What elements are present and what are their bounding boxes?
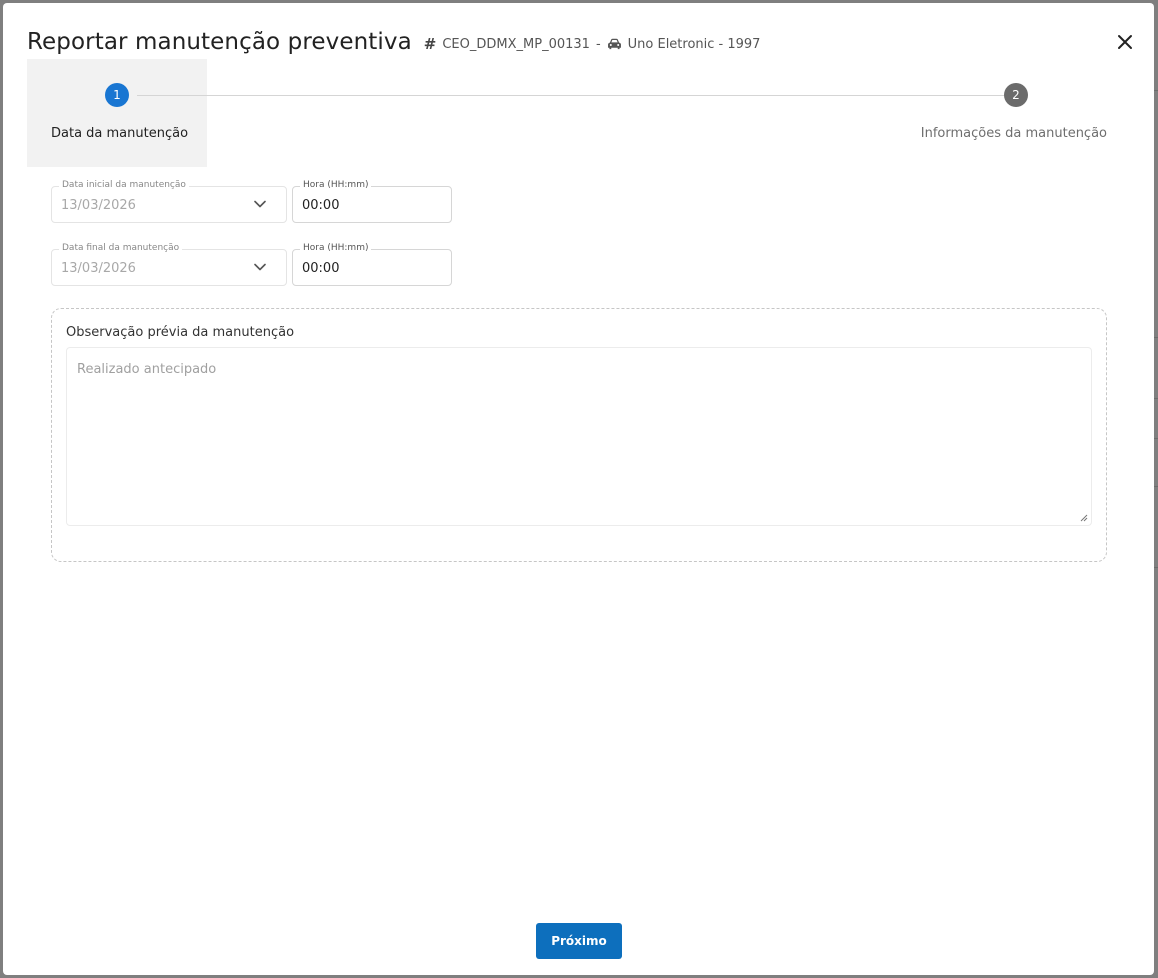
hash-icon: #	[423, 35, 437, 53]
observation-section: Observação prévia da manutenção Realizad…	[51, 308, 1107, 562]
step-1-label[interactable]: Data da manutenção	[51, 126, 188, 141]
observation-textarea[interactable]: Realizado antecipado	[66, 347, 1092, 526]
start-time-label: Hora (HH:mm)	[300, 180, 372, 190]
modal-header: Reportar manutenção preventiva # CEO_DDM…	[27, 29, 760, 55]
vehicle-name: Uno Eletronic - 1997	[627, 36, 761, 52]
step-1-highlight[interactable]	[27, 59, 207, 167]
stepper-connector	[137, 95, 1004, 96]
start-date-select[interactable]: Data inicial da manutenção 13/03/2026	[51, 180, 287, 223]
start-time-value[interactable]: 00:00	[302, 198, 339, 213]
modal-subtitle: # CEO_DDMX_MP_00131 - Uno Eletronic - 19…	[424, 35, 761, 53]
start-date-value: 13/03/2026	[61, 198, 136, 213]
maintenance-code: CEO_DDMX_MP_00131	[442, 36, 590, 52]
observation-label: Observação prévia da manutenção	[66, 325, 295, 340]
car-icon	[607, 38, 621, 50]
modal-title: Reportar manutenção preventiva	[27, 29, 412, 55]
end-date-value: 13/03/2026	[61, 261, 136, 276]
step-1-badge[interactable]: 1	[105, 83, 129, 107]
end-time-value[interactable]: 00:00	[302, 261, 339, 276]
observation-placeholder: Realizado antecipado	[77, 362, 217, 377]
end-date-select[interactable]: Data final da manutenção 13/03/2026	[51, 243, 287, 286]
step-2-badge[interactable]: 2	[1004, 83, 1028, 107]
chevron-down-icon[interactable]	[254, 200, 266, 208]
end-time-label: Hora (HH:mm)	[300, 243, 372, 253]
start-time-input[interactable]: Hora (HH:mm) 00:00	[292, 180, 452, 223]
end-time-input[interactable]: Hora (HH:mm) 00:00	[292, 243, 452, 286]
step-2-label[interactable]: Informações da manutenção	[921, 126, 1107, 141]
chevron-down-icon[interactable]	[254, 263, 266, 271]
report-maintenance-modal: Reportar manutenção preventiva # CEO_DDM…	[3, 3, 1154, 975]
close-icon[interactable]	[1116, 33, 1134, 51]
start-date-label: Data inicial da manutenção	[59, 180, 189, 190]
next-button[interactable]: Próximo	[536, 923, 622, 959]
subtitle-separator: -	[595, 36, 601, 52]
resize-grip-icon[interactable]	[1080, 514, 1088, 522]
end-date-label: Data final da manutenção	[59, 243, 183, 253]
